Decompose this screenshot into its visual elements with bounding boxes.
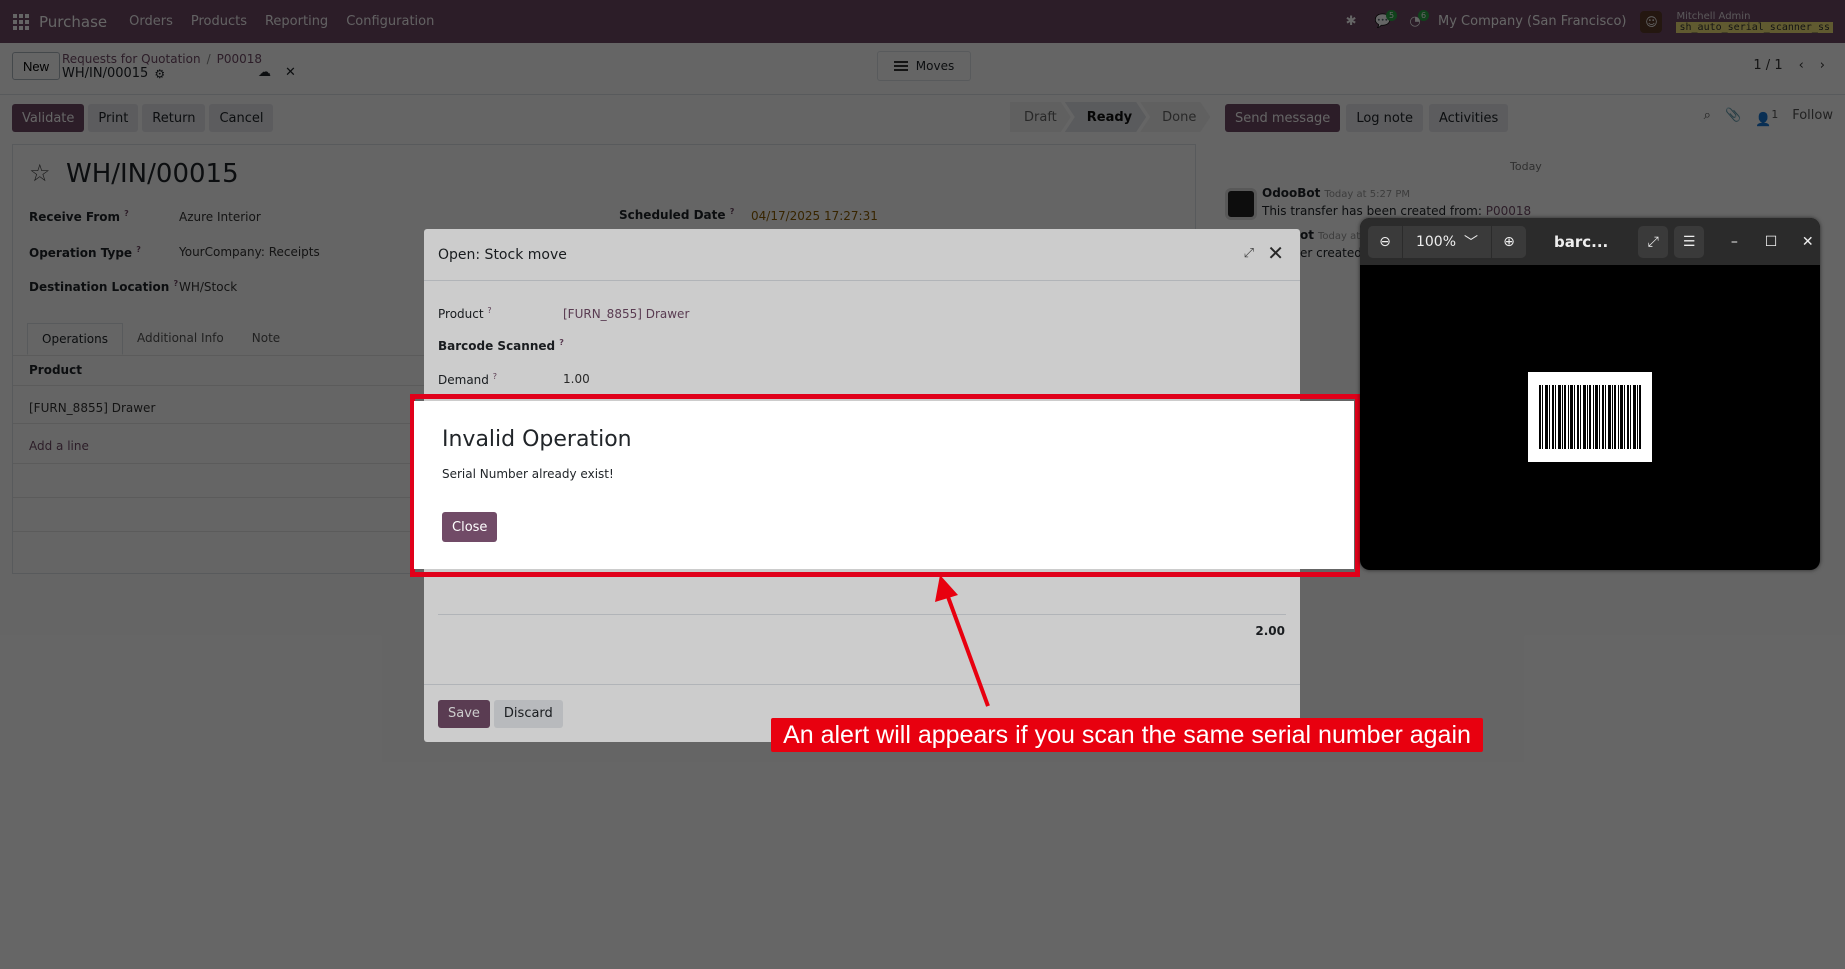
- arrow-shaft: [945, 593, 990, 707]
- annotation-callout: An alert will appears if you scan the sa…: [771, 718, 1483, 752]
- arrow-head: [935, 575, 958, 602]
- annotation-arrow: [935, 575, 990, 707]
